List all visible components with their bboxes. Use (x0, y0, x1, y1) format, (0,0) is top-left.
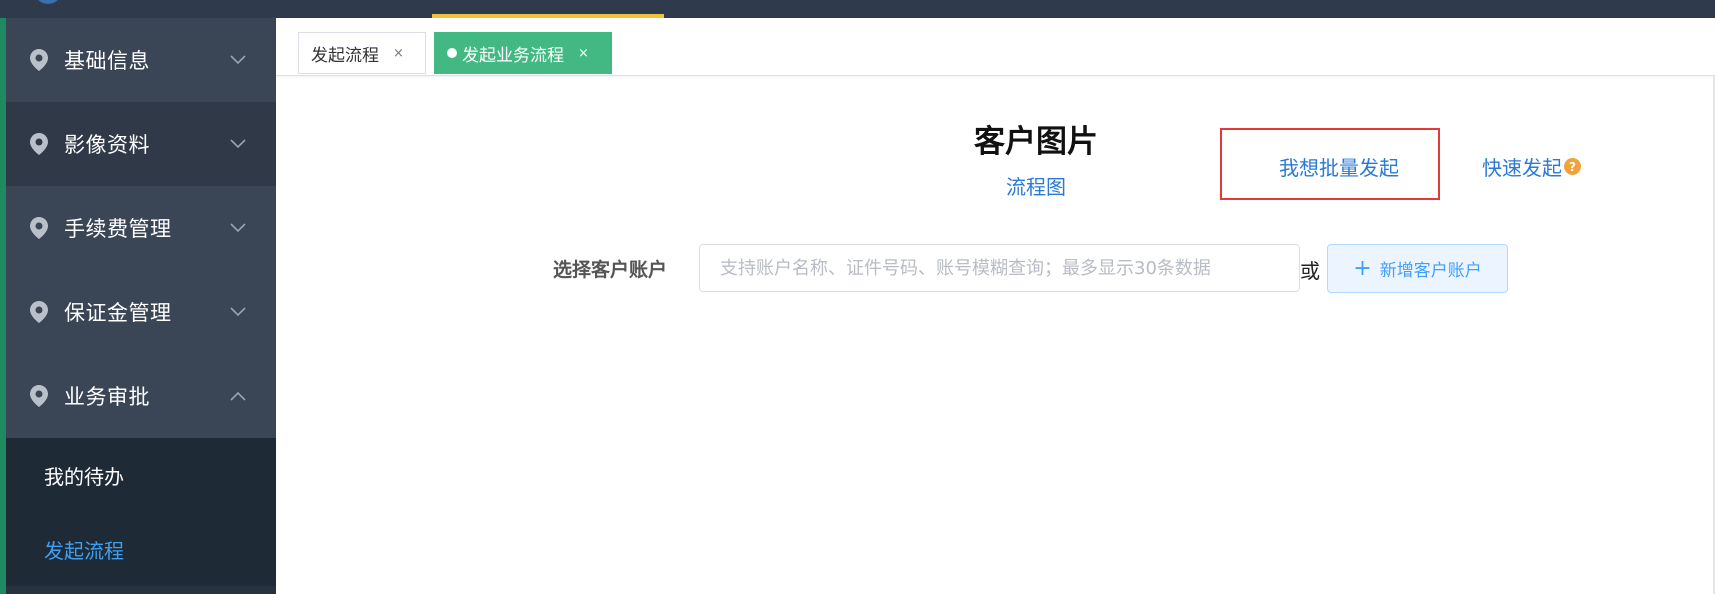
flowchart-link[interactable]: 流程图 (936, 171, 1136, 200)
map-pin-icon (28, 49, 50, 71)
close-icon[interactable]: × (393, 46, 404, 61)
active-dot-icon (447, 48, 457, 58)
sidebar-item-label: 影像资料 (64, 133, 150, 157)
quick-start-label: 快速发起 (1482, 156, 1562, 180)
sidebar: 基础信息 影像资料 手续费管理 保证金管理 业务审批 我的待办 发起流程 (6, 18, 276, 594)
plus-icon: + (1353, 256, 1372, 281)
map-pin-icon (28, 301, 50, 323)
select-account-label: 选择客户账户 (553, 259, 668, 281)
submenu-business-approval: 我的待办 发起流程 (6, 438, 276, 586)
sidebar-item-fee-management[interactable]: 手续费管理 (6, 186, 276, 270)
sidebar-item-business-approval[interactable]: 业务审批 (6, 354, 276, 438)
tab-start-business-process[interactable]: 发起业务流程 × (434, 32, 612, 74)
sidebar-item-basic-info[interactable]: 基础信息 (6, 18, 276, 102)
main-content: 发起流程 × 发起业务流程 × 客户图片 流程图 我想批量发起 快速发起 ? 选… (276, 18, 1715, 594)
submenu-item-my-todo[interactable]: 我的待办 (6, 438, 276, 512)
tab-bar: 发起流程 × 发起业务流程 × (276, 18, 1715, 76)
sidebar-item-label: 保证金管理 (64, 301, 172, 325)
sidebar-item-label: 手续费管理 (64, 217, 172, 241)
map-pin-icon (28, 133, 50, 155)
chevron-down-icon (230, 220, 246, 236)
add-customer-account-button[interactable]: + 新增客户账户 (1327, 244, 1508, 293)
page-title: 客户图片 (974, 124, 1098, 160)
submenu-item-start-process[interactable]: 发起流程 (6, 512, 276, 586)
batch-start-link[interactable]: 我想批量发起 (1279, 152, 1399, 181)
chevron-down-icon (230, 136, 246, 152)
map-pin-icon (28, 385, 50, 407)
top-navigation-bar (0, 0, 1715, 18)
or-text: 或 (1300, 259, 1320, 283)
chevron-down-icon (230, 304, 246, 320)
logo (34, 0, 62, 4)
quick-start-link[interactable]: 快速发起 ? (1482, 152, 1581, 181)
map-pin-icon (28, 217, 50, 239)
tab-start-process[interactable]: 发起流程 × (298, 32, 426, 74)
sidebar-item-margin-management[interactable]: 保证金管理 (6, 270, 276, 354)
sidebar-item-image-data[interactable]: 影像资料 (6, 102, 276, 186)
chevron-down-icon (230, 52, 246, 68)
close-icon[interactable]: × (578, 46, 589, 61)
sidebar-item-label: 基础信息 (64, 49, 150, 73)
tab-label: 发起流程 (311, 45, 379, 66)
question-circle-icon[interactable]: ? (1564, 158, 1581, 175)
sidebar-item-label: 业务审批 (64, 385, 150, 409)
add-button-label: 新增客户账户 (1379, 261, 1482, 281)
account-search-input[interactable] (699, 244, 1300, 292)
tab-label: 发起业务流程 (462, 45, 564, 66)
chevron-up-icon (230, 388, 246, 404)
